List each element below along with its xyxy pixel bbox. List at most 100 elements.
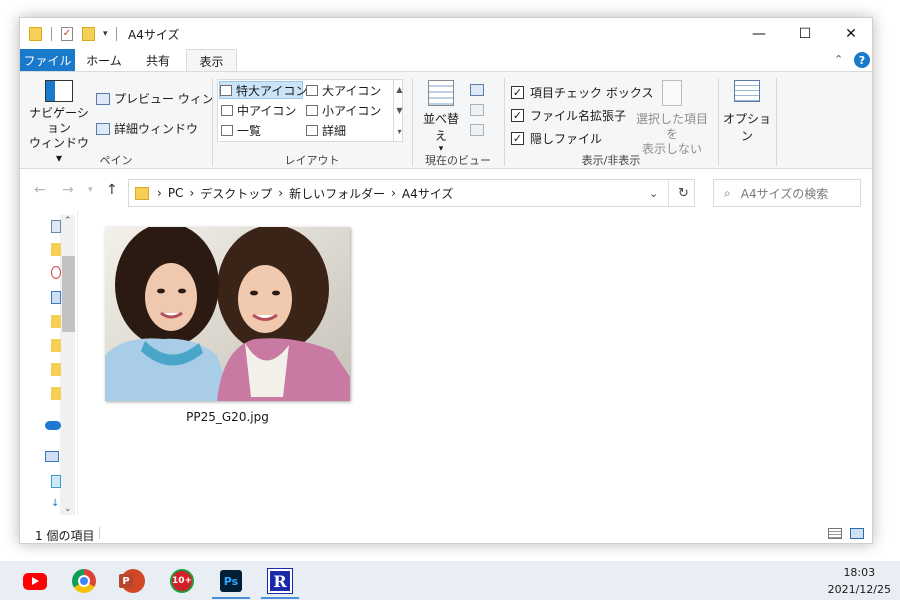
nav-network-icon[interactable] bbox=[51, 475, 61, 488]
address-bar[interactable]: › PC › デスクトップ › 新しいフォルダー › A4サイズ ⌄ ↻ bbox=[128, 179, 695, 207]
tab-file[interactable]: ファイル bbox=[20, 49, 75, 71]
add-columns-icon bbox=[470, 104, 484, 116]
show-hide-group-label: 表示/非表示 bbox=[581, 154, 641, 167]
system-clock[interactable]: 18:03 2021/12/25 bbox=[828, 564, 891, 598]
address-divider bbox=[668, 180, 669, 206]
layout-extra-large-icons[interactable]: 特大アイコン bbox=[219, 81, 307, 99]
options-button[interactable]: オプション bbox=[720, 80, 774, 144]
gallery-up-icon[interactable]: ▲ bbox=[396, 85, 402, 94]
new-folder-icon[interactable] bbox=[82, 27, 95, 41]
breadcrumb-separator: › bbox=[189, 186, 195, 200]
list-icon bbox=[221, 125, 233, 136]
layout-gallery-scroll[interactable]: ▲ ▼ ▾ bbox=[393, 79, 405, 142]
tab-view[interactable]: 表示 bbox=[186, 49, 237, 72]
gallery-more-icon[interactable]: ▾ bbox=[397, 127, 401, 136]
details-pane-label: 詳細ウィンドウ bbox=[114, 122, 199, 136]
layout-small-icons[interactable]: 小アイコン bbox=[306, 102, 381, 119]
r-app-label: R bbox=[267, 568, 293, 594]
hide-selected-items-button: 選択した項目を 表示しない bbox=[632, 80, 712, 157]
group-by-icon[interactable] bbox=[470, 84, 484, 96]
search-input[interactable]: A4サイズの検索 bbox=[741, 185, 828, 202]
scroll-down-icon[interactable]: ⌄ bbox=[64, 504, 72, 514]
file-extensions-toggle[interactable]: ✓ ファイル名拡張子 bbox=[511, 107, 626, 124]
refresh-icon[interactable]: ↻ bbox=[678, 186, 689, 201]
checkbox-label: 隠しファイル bbox=[530, 132, 603, 146]
navigation-pane-label: ナビゲーション bbox=[29, 106, 89, 135]
address-dropdown-icon[interactable]: ⌄ bbox=[649, 187, 658, 200]
r-app-icon[interactable]: R bbox=[265, 566, 295, 596]
layout-option-label: 特大アイコン bbox=[236, 83, 308, 98]
layout-medium-icons[interactable]: 中アイコン bbox=[221, 102, 296, 119]
nav-onedrive-icon[interactable] bbox=[45, 421, 61, 430]
file-name-label[interactable]: PP25_G20.jpg bbox=[105, 410, 350, 424]
nav-folder-icon[interactable] bbox=[51, 243, 61, 256]
search-box[interactable]: ⌕ A4サイズの検索 bbox=[713, 179, 861, 207]
hidden-items-toggle[interactable]: ✓ 隠しファイル bbox=[511, 130, 602, 147]
maximize-button[interactable]: ☐ bbox=[782, 18, 828, 49]
help-icon[interactable]: ? bbox=[854, 52, 870, 68]
explorer-window: ✓ ▾ A4サイズ — ☐ ✕ ファイル ホーム 共有 表示 ⌃ ? ナビゲーシ… bbox=[19, 17, 873, 544]
details-pane-icon bbox=[96, 122, 110, 135]
nav-folder-icon[interactable] bbox=[51, 315, 61, 328]
large-icons-view-icon[interactable] bbox=[850, 528, 864, 539]
nav-monitor-icon[interactable] bbox=[51, 291, 61, 304]
medium-icons-icon bbox=[221, 105, 233, 116]
breadcrumb-desktop[interactable]: デスクトップ bbox=[200, 185, 272, 202]
layout-large-icons[interactable]: 大アイコン bbox=[306, 82, 381, 99]
layout-group-label: レイアウト bbox=[284, 154, 340, 167]
nav-pane-scroll-thumb[interactable] bbox=[62, 256, 75, 332]
forward-arrow-icon[interactable]: → bbox=[62, 182, 74, 198]
hide-selected-icon bbox=[662, 80, 682, 106]
recent-locations-icon[interactable]: ▾ bbox=[88, 185, 93, 195]
nav-folder-icon[interactable] bbox=[51, 339, 61, 352]
breadcrumb-a4[interactable]: A4サイズ bbox=[402, 185, 453, 202]
scroll-up-icon[interactable]: ⌃ bbox=[64, 216, 72, 226]
ribbon: ナビゲーション ウィンドウ ▾ プレビュー ウィンドウ 詳細ウィンドウ ペイン … bbox=[20, 71, 872, 169]
collapse-ribbon-icon[interactable]: ⌃ bbox=[834, 53, 843, 66]
sort-by-button[interactable]: 並べ替え ▾ bbox=[418, 80, 464, 154]
layout-list[interactable]: 一覧 bbox=[221, 122, 261, 139]
breadcrumb-new-folder[interactable]: 新しいフォルダー bbox=[289, 185, 385, 202]
nav-this-pc-icon[interactable] bbox=[45, 451, 59, 462]
checkbox-checked-icon[interactable]: ✓ bbox=[511, 86, 524, 99]
checkbox-checked-icon[interactable]: ✓ bbox=[511, 132, 524, 145]
clock-date: 2021/12/25 bbox=[827, 583, 891, 596]
app-10plus-label: 10+ bbox=[170, 569, 194, 593]
layout-gallery: 特大アイコン 大アイコン 中アイコン 小アイコン 一覧 詳細 bbox=[217, 79, 403, 142]
details-pane-button[interactable]: 詳細ウィンドウ bbox=[96, 120, 198, 137]
breadcrumb-pc[interactable]: PC bbox=[168, 186, 184, 200]
minimize-button[interactable]: — bbox=[736, 18, 782, 49]
details-view-icon[interactable] bbox=[828, 528, 842, 539]
up-arrow-icon[interactable]: ↑ bbox=[106, 182, 118, 198]
close-button[interactable]: ✕ bbox=[828, 18, 872, 49]
checkbox-checked-icon[interactable]: ✓ bbox=[511, 109, 524, 122]
nav-quick-access-icon[interactable] bbox=[51, 220, 61, 233]
photoshop-icon[interactable]: Ps bbox=[216, 566, 246, 596]
size-columns-icon bbox=[470, 124, 484, 136]
preview-pane-icon bbox=[96, 92, 110, 105]
nav-app-icon[interactable] bbox=[51, 266, 61, 279]
nav-folder-icon[interactable] bbox=[51, 363, 61, 376]
folder-icon bbox=[135, 186, 149, 200]
small-icons-icon bbox=[306, 105, 318, 116]
layout-option-label: 大アイコン bbox=[322, 84, 382, 98]
tab-home[interactable]: ホーム bbox=[78, 49, 130, 71]
chrome-icon[interactable] bbox=[69, 566, 99, 596]
nav-download-icon[interactable]: ↓ bbox=[51, 498, 61, 511]
gallery-down-icon[interactable]: ▼ bbox=[396, 106, 402, 115]
customize-qa-dropdown-icon[interactable]: ▾ bbox=[103, 29, 108, 39]
back-arrow-icon[interactable]: ← bbox=[34, 182, 46, 198]
tab-share[interactable]: 共有 bbox=[134, 49, 182, 71]
youtube-icon[interactable] bbox=[20, 566, 50, 596]
file-thumbnail[interactable] bbox=[105, 227, 350, 401]
divider bbox=[115, 27, 117, 41]
properties-icon[interactable]: ✓ bbox=[61, 27, 73, 41]
nav-folder-icon[interactable] bbox=[51, 387, 61, 400]
item-count: 1 個の項目 bbox=[35, 529, 95, 543]
divider bbox=[99, 527, 100, 539]
layout-details[interactable]: 詳細 bbox=[306, 122, 346, 139]
divider bbox=[51, 27, 52, 41]
powerpoint-icon[interactable]: P bbox=[118, 566, 148, 596]
app-10plus-icon[interactable]: 10+ bbox=[167, 566, 197, 596]
quick-access-toolbar: ✓ ▾ bbox=[29, 25, 117, 43]
